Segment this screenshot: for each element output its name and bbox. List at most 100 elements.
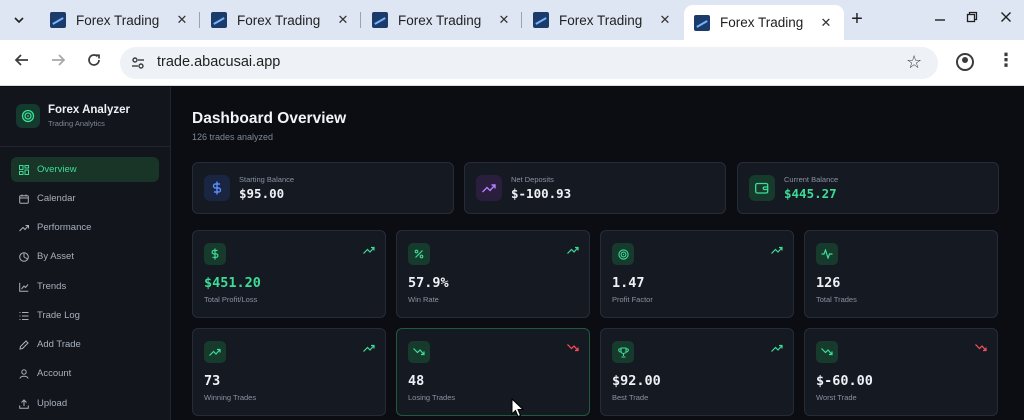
close-icon[interactable]: ✕ [657,12,673,28]
tab-title: Forex Trading [398,12,482,28]
current-balance-card: Current Balance $445.27 [737,162,999,214]
trending-up-icon [19,223,29,233]
tab-search-chevron-icon[interactable] [6,7,32,33]
sidebar-item-account[interactable]: Account [11,361,159,386]
stat-label: Win Rate [408,295,439,304]
forward-arrow-icon[interactable] [47,52,69,74]
sidebar-item-by-asset[interactable]: By Asset [11,244,159,269]
browser-tab-5-active[interactable]: Forex Trading ✕ [684,5,844,40]
sidebar-item-label: Account [37,368,72,379]
main-content: Dashboard Overview 126 trades analyzed S… [172,87,1024,420]
stat-label: Profit Factor [612,295,653,304]
sidebar-item-trade-log[interactable]: Trade Log [11,303,159,328]
tab-title: Forex Trading [76,12,160,28]
close-icon[interactable]: ✕ [496,12,512,28]
trend-down-icon [975,340,987,352]
browser-toolbar: trade.abacusai.app [0,40,1024,86]
balance-label: Net Deposits [511,175,554,184]
brand-name: Forex Analyzer [48,104,131,116]
trending-up-icon [204,341,226,363]
balance-label: Current Balance [784,175,839,184]
sidebar-item-label: Overview [37,164,77,175]
tab-title: Forex Trading [720,15,804,30]
brand-header: Forex Analyzer Trading Analytics [0,87,171,147]
address-bar[interactable]: trade.abacusai.app [120,47,938,79]
balance-value: $445.27 [784,186,837,201]
favicon-icon [533,12,549,28]
site-settings-icon[interactable] [130,55,146,71]
sidebar-item-label: Upload [37,398,68,409]
stat-card-profit-factor: 1.47 Profit Factor [600,230,794,318]
dollar-icon [204,243,226,265]
starting-balance-card: Starting Balance $95.00 [192,162,454,214]
browser-tab-4[interactable]: Forex Trading ✕ [523,5,683,35]
dollar-icon [204,175,230,201]
balance-value: $95.00 [239,186,285,201]
trophy-icon [612,341,634,363]
trend-up-icon [363,242,375,254]
sidebar-item-label: Performance [37,222,92,233]
trend-down-icon [567,340,579,352]
profile-icon[interactable] [956,53,974,71]
stat-card-worst-trade: $-60.00 Worst Trade [804,328,998,416]
trending-up-icon [476,175,502,201]
sidebar: Forex Analyzer Trading Analytics Overvie… [0,87,171,420]
sidebar-item-overview[interactable]: Overview [11,157,159,182]
tab-title: Forex Trading [237,12,321,28]
close-icon[interactable]: ✕ [174,12,190,28]
menu-kebab-icon[interactable]: ⋮ [997,50,1015,71]
tab-title: Forex Trading [559,12,643,28]
sidebar-item-label: Calendar [37,193,76,204]
user-icon [19,368,29,379]
calendar-icon [19,194,29,204]
list-icon [19,311,29,321]
balance-label: Starting Balance [239,175,295,184]
favicon-icon [372,12,388,28]
sidebar-item-trends[interactable]: Trends [11,274,159,299]
upload-icon [19,398,29,409]
stat-card-winning-trades: 73 Winning Trades [192,328,386,416]
target-logo-icon [16,104,40,128]
balance-value: $-100.93 [511,186,572,201]
grid-icon [19,164,29,175]
browser-tabstrip: Forex Trading ✕ Forex Trading ✕ Forex Tr… [0,0,1024,40]
trending-down-icon [408,341,430,363]
sidebar-item-calendar[interactable]: Calendar [11,186,159,211]
reload-icon[interactable] [83,52,105,74]
browser-tab-2[interactable]: Forex Trading ✕ [201,5,361,35]
stat-value: 126 [816,275,841,291]
trending-down-icon [816,341,838,363]
tab-divider [199,12,200,28]
stat-value: 48 [408,373,425,389]
stat-value: 73 [204,373,221,389]
bookmark-star-icon[interactable]: ☆ [906,52,922,73]
browser-tab-1[interactable]: Forex Trading ✕ [40,5,200,35]
trend-up-icon [363,340,375,352]
tab-divider [521,12,522,28]
favicon-icon [694,14,710,31]
sidebar-item-label: Trade Log [37,310,80,321]
restore-icon[interactable] [962,10,982,27]
line-chart-icon [19,282,29,292]
mouse-cursor-icon [511,397,525,418]
trend-up-icon [567,242,579,254]
stat-label: Total Trades [816,295,857,304]
new-tab-button[interactable]: + [846,9,868,31]
close-icon[interactable]: ✕ [335,12,351,28]
back-arrow-icon[interactable] [11,52,33,74]
sidebar-item-performance[interactable]: Performance [11,215,159,240]
window-close-icon[interactable] [996,10,1016,27]
close-icon[interactable]: ✕ [818,15,834,31]
brand-subtitle: Trading Analytics [48,119,105,128]
browser-tab-3[interactable]: Forex Trading ✕ [362,5,522,35]
stat-value: $451.20 [204,275,261,291]
minimize-icon[interactable] [930,10,950,27]
favicon-icon [211,12,227,28]
activity-icon [816,243,838,265]
stat-value: $-60.00 [816,373,873,389]
stat-card-win-rate: 57.9% Win Rate [396,230,590,318]
sidebar-item-label: Trends [37,281,67,292]
sidebar-item-add-trade[interactable]: Add Trade [11,332,159,357]
sidebar-item-upload[interactable]: Upload [11,391,159,416]
pencil-icon [19,339,29,350]
